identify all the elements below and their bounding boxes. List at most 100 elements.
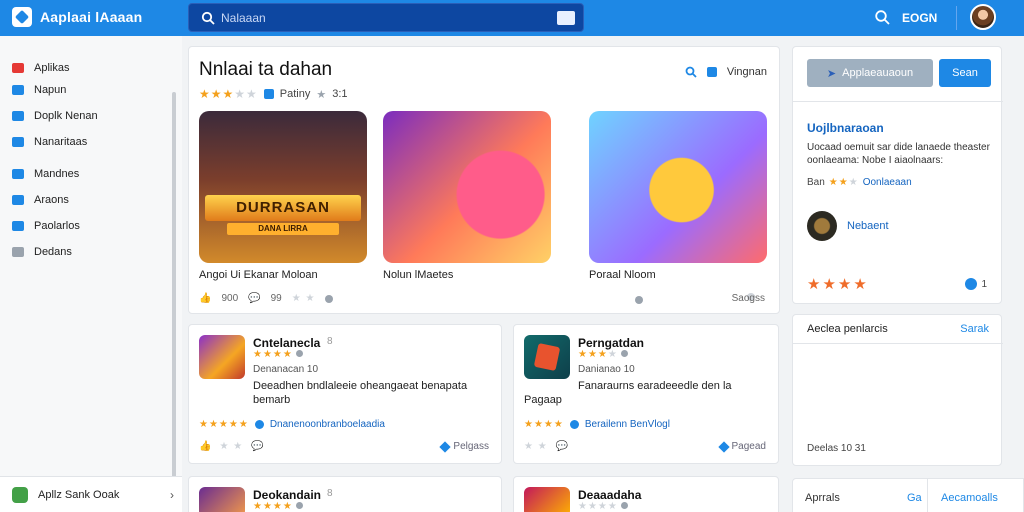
app-icon	[524, 335, 570, 379]
sidebar-item-label: Doplk Nenan	[34, 110, 98, 122]
search-icon	[201, 11, 215, 25]
featured-tools: Vingnan	[685, 66, 767, 78]
app-number: 8	[327, 336, 333, 347]
sidebar-item-aplikas[interactable]: Aplikas	[12, 62, 69, 74]
search-icon[interactable]	[685, 66, 697, 78]
developer-link[interactable]: Dnanenoonbranboelaadia	[270, 419, 385, 430]
app-name: Deokandain	[253, 488, 322, 502]
sidebar-scrollbar[interactable]	[172, 92, 176, 502]
action-label: Pagead	[731, 441, 766, 452]
app-description-cont: Pagaap	[524, 394, 562, 406]
featured-game-art[interactable]: DURRASAN DANA LIRRA	[199, 111, 367, 263]
sidebar-item-nanaritaas[interactable]: Nanaritaas	[12, 136, 87, 148]
send-icon: ➤	[826, 67, 837, 80]
gamepad-icon[interactable]	[557, 11, 575, 25]
rating-count: 3:1	[332, 88, 348, 100]
list-icon	[12, 195, 24, 205]
search-icon[interactable]	[874, 9, 890, 25]
gear-icon	[12, 247, 24, 257]
thumbs-up-icon[interactable]: 👍	[199, 293, 211, 304]
app-meta: Denanacan 10	[253, 364, 319, 375]
account-label[interactable]: EOGN	[902, 11, 937, 25]
app-logo-icon	[12, 7, 32, 27]
app-name: Nebaent	[847, 220, 889, 232]
verified-icon	[569, 420, 579, 429]
sidebar-item-label: Mandnes	[34, 168, 80, 180]
comment-icon[interactable]: 💬	[556, 441, 568, 452]
app-avatar	[807, 211, 837, 241]
rating-stars: ★★★	[828, 177, 859, 188]
side-card-app[interactable]: Nebaent	[807, 211, 889, 241]
sidebar-item-dedans[interactable]: Dedans	[12, 246, 72, 258]
search-input[interactable]	[221, 8, 541, 28]
app-footer-action[interactable]: Pelgass	[439, 440, 489, 453]
filter-icon[interactable]	[706, 67, 717, 77]
apply-button[interactable]: ➤ Applaeauaoun	[807, 59, 933, 87]
sidebar-item-label: Paolarlos	[34, 220, 80, 232]
rating-stars: ★★★★★	[199, 87, 258, 101]
art-banner-text: DURRASAN	[205, 195, 361, 221]
more-icon[interactable]	[325, 294, 334, 303]
sidebar-item-napun[interactable]: Napun	[12, 84, 66, 96]
comment-icon[interactable]: 💬	[248, 293, 260, 304]
sidebar-item-mandnes[interactable]: Mandnes	[12, 168, 79, 180]
app-card[interactable]: Deokandain 8 ★★★★	[188, 476, 502, 512]
rating-label: Patiny	[279, 88, 311, 100]
art-caption[interactable]: Nolun lMaetes	[383, 269, 453, 281]
app-card[interactable]: Cntelanecla 8 ★★★★ Denanacan 10 Deeadhen…	[188, 324, 502, 464]
star-icon: ★	[316, 88, 327, 101]
divider	[956, 6, 957, 30]
art-caption[interactable]: Angoi Ui Ekanar Moloan	[199, 269, 318, 281]
app-developer: ★★★★★ Dnanenoonbranboelaadia	[199, 419, 385, 430]
home-icon	[12, 63, 24, 73]
app-description: Deeadhen bndlaleeie oheangaeat benapata	[253, 380, 468, 392]
settings-link[interactable]: Saogss	[732, 293, 765, 304]
app-footer: 👍 ★ ★ 💬	[199, 441, 264, 452]
app-footer-action[interactable]: Pagead	[717, 440, 766, 453]
tools-label[interactable]: Vingnan	[727, 66, 767, 78]
featured-card: Nnlaai ta dahan ★★★★★ Patiny ★ 3:1 Vingn…	[188, 46, 780, 314]
side-card-heading[interactable]: Uojlbnaraoan	[807, 121, 884, 135]
app-card[interactable]: Deaaadaha ★★★★	[513, 476, 779, 512]
bottom-mid-link[interactable]: Ga	[907, 492, 922, 504]
thumbs-up-icon[interactable]: 👍	[199, 441, 211, 452]
rating-link[interactable]: Oonlaeaan	[863, 177, 912, 188]
side-card-description: Uocaad oemuit sar dide lanaede theaster …	[807, 142, 990, 166]
featured-game-art[interactable]	[383, 111, 551, 263]
recent-search-link[interactable]: Sarak	[960, 323, 989, 335]
rating-stars: ★ ★	[291, 293, 316, 304]
app-meta: Danianao 10	[578, 364, 635, 375]
secondary-button[interactable]: Sean	[939, 59, 991, 87]
app-description: Fanaraurns earadeeedle den la	[578, 380, 732, 392]
search-bar[interactable]	[188, 3, 584, 32]
apps-icon	[12, 85, 24, 95]
app-card[interactable]: Perngatdan ★★★★ Danianao 10 Fanaraurns e…	[513, 324, 779, 464]
store-icon	[12, 486, 28, 503]
app-name: Cntelanecla	[253, 336, 321, 350]
sidebar-footer-label: Apllz Sank Ooak	[38, 488, 120, 501]
bottom-right-link[interactable]: Aecamoalls	[941, 492, 998, 504]
developer-link[interactable]: Berailenn BenVlogl	[585, 419, 670, 430]
app-title: Aaplaai lAaaan	[40, 9, 143, 25]
recent-footer: Deelas 10 31	[807, 443, 866, 454]
sidebar-item-paolarlos[interactable]: Paolarlos	[12, 220, 80, 232]
recent-title: Aeclea penlarcis	[807, 323, 888, 335]
comment-icon[interactable]: 💬	[251, 441, 263, 452]
edit-icon	[12, 221, 24, 231]
featured-rating: ★★★★★ Patiny ★ 3:1	[199, 87, 348, 101]
app-rating: ★★★★	[253, 501, 303, 512]
avatar[interactable]	[970, 4, 996, 30]
chevron-right-icon: ›	[170, 488, 174, 502]
app-name: Deaaadaha	[578, 488, 642, 502]
sidebar-footer-link[interactable]: Apllz Sank Ooak ›	[0, 476, 182, 512]
brand[interactable]: Aaplaai lAaaan	[12, 7, 142, 27]
sidebar: Aplikas Napun Doplk Nenan Nanaritaas Man…	[0, 36, 182, 512]
featured-game-art[interactable]	[589, 111, 767, 263]
sidebar-item-araons[interactable]: Araons	[12, 194, 69, 206]
sidebar-item-doplk-nenan[interactable]: Doplk Nenan	[12, 110, 98, 122]
app-rating: ★★★★	[253, 349, 303, 360]
bottom-left-label[interactable]: Aprrals	[805, 492, 840, 504]
art-caption[interactable]: Poraal Nloom	[589, 269, 656, 281]
cloud-icon	[12, 169, 24, 179]
app-icon	[199, 487, 245, 512]
